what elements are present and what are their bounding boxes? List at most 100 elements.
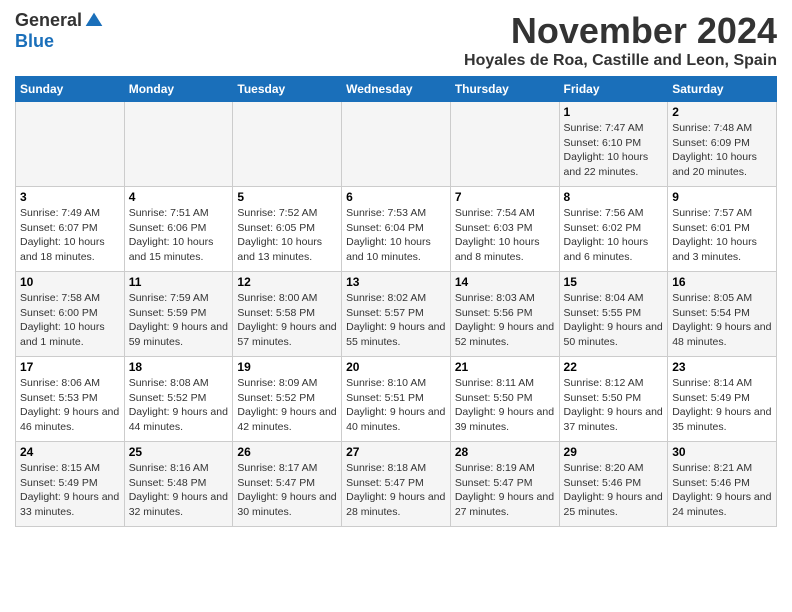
calendar-cell: 9 Sunrise: 7:57 AM Sunset: 6:01 PM Daylig… (668, 187, 777, 272)
calendar-cell: 20Sunrise: 8:10 AM Sunset: 5:51 PM Dayli… (342, 357, 451, 442)
day-number: 10 (20, 275, 120, 289)
day-info: Sunrise: 8:08 AM Sunset: 5:52 PM Dayligh… (129, 376, 229, 435)
day-number: 8 (564, 190, 664, 204)
day-info: Sunrise: 8:05 AM Sunset: 5:54 PM Dayligh… (672, 291, 772, 350)
day-info: Sunrise: 7:52 AM Sunset: 6:05 PM Dayligh… (237, 206, 337, 265)
day-number: 23 (672, 360, 772, 374)
calendar-cell: 12 Sunrise: 8:00 AM Sunset: 5:58 PM Dayli… (233, 272, 342, 357)
day-info: Sunrise: 8:12 AM Sunset: 5:50 PM Dayligh… (564, 376, 664, 435)
logo-blue-text: Blue (15, 31, 54, 52)
day-info: Sunrise: 7:48 AM Sunset: 6:09 PM Dayligh… (672, 121, 772, 180)
day-number: 26 (237, 445, 337, 459)
calendar-cell: 24 Sunrise: 8:15 AM Sunset: 5:49 PM Dayli… (16, 442, 125, 527)
day-number: 9 (672, 190, 772, 204)
day-number: 17 (20, 360, 120, 374)
day-number: 5 (237, 190, 337, 204)
day-info: Sunrise: 7:57 AM Sunset: 6:01 PM Dayligh… (672, 206, 772, 265)
day-number: 12 (237, 275, 337, 289)
header-saturday: Saturday (668, 77, 777, 102)
logo-icon (84, 11, 104, 31)
calendar-cell (124, 102, 233, 187)
month-title: November 2024 (464, 10, 777, 52)
day-number: 25 (129, 445, 229, 459)
day-info: Sunrise: 7:59 AM Sunset: 5:59 PM Dayligh… (129, 291, 229, 350)
calendar-cell: 19Sunrise: 8:09 AM Sunset: 5:52 PM Dayli… (233, 357, 342, 442)
logo-general-text: General (15, 10, 82, 31)
calendar-cell: 13 Sunrise: 8:02 AM Sunset: 5:57 PM Dayli… (342, 272, 451, 357)
day-number: 22 (564, 360, 664, 374)
day-number: 18 (129, 360, 229, 374)
day-number: 6 (346, 190, 446, 204)
day-number: 13 (346, 275, 446, 289)
logo: General Blue (15, 10, 104, 52)
day-info: Sunrise: 8:15 AM Sunset: 5:49 PM Dayligh… (20, 461, 120, 520)
day-info: Sunrise: 8:11 AM Sunset: 5:50 PM Dayligh… (455, 376, 555, 435)
calendar-body: 1 Sunrise: 7:47 AM Sunset: 6:10 PM Daylig… (16, 102, 777, 527)
header-row: SundayMondayTuesdayWednesdayThursdayFrid… (16, 77, 777, 102)
calendar-cell (233, 102, 342, 187)
calendar-cell: 22 Sunrise: 8:12 AM Sunset: 5:50 PM Dayli… (559, 357, 668, 442)
title-area: November 2024 Hoyales de Roa, Castille a… (464, 10, 777, 70)
calendar-table: SundayMondayTuesdayWednesdayThursdayFrid… (15, 76, 777, 527)
header-thursday: Thursday (450, 77, 559, 102)
day-number: 1 (564, 105, 664, 119)
calendar-cell: 2 Sunrise: 7:48 AM Sunset: 6:09 PM Daylig… (668, 102, 777, 187)
location-title: Hoyales de Roa, Castille and Leon, Spain (464, 52, 777, 70)
calendar-header: SundayMondayTuesdayWednesdayThursdayFrid… (16, 77, 777, 102)
week-row-5: 24 Sunrise: 8:15 AM Sunset: 5:49 PM Dayli… (16, 442, 777, 527)
day-number: 11 (129, 275, 229, 289)
day-number: 21 (455, 360, 555, 374)
day-number: 16 (672, 275, 772, 289)
calendar-cell: 28 Sunrise: 8:19 AM Sunset: 5:47 PM Dayli… (450, 442, 559, 527)
day-number: 2 (672, 105, 772, 119)
calendar-cell: 1 Sunrise: 7:47 AM Sunset: 6:10 PM Daylig… (559, 102, 668, 187)
day-number: 30 (672, 445, 772, 459)
header-friday: Friday (559, 77, 668, 102)
day-info: Sunrise: 7:56 AM Sunset: 6:02 PM Dayligh… (564, 206, 664, 265)
day-info: Sunrise: 8:20 AM Sunset: 5:46 PM Dayligh… (564, 461, 664, 520)
calendar-cell: 30 Sunrise: 8:21 AM Sunset: 5:46 PM Dayli… (668, 442, 777, 527)
day-info: Sunrise: 8:21 AM Sunset: 5:46 PM Dayligh… (672, 461, 772, 520)
day-info: Sunrise: 8:18 AM Sunset: 5:47 PM Dayligh… (346, 461, 446, 520)
calendar-cell: 17 Sunrise: 8:06 AM Sunset: 5:53 PM Dayli… (16, 357, 125, 442)
day-info: Sunrise: 7:49 AM Sunset: 6:07 PM Dayligh… (20, 206, 120, 265)
calendar-cell: 18 Sunrise: 8:08 AM Sunset: 5:52 PM Dayli… (124, 357, 233, 442)
calendar-cell: 16 Sunrise: 8:05 AM Sunset: 5:54 PM Dayli… (668, 272, 777, 357)
week-row-4: 17 Sunrise: 8:06 AM Sunset: 5:53 PM Dayli… (16, 357, 777, 442)
day-number: 7 (455, 190, 555, 204)
day-number: 4 (129, 190, 229, 204)
calendar-cell: 29 Sunrise: 8:20 AM Sunset: 5:46 PM Dayli… (559, 442, 668, 527)
calendar-cell: 15Sunrise: 8:04 AM Sunset: 5:55 PM Dayli… (559, 272, 668, 357)
day-info: Sunrise: 8:04 AM Sunset: 5:55 PM Dayligh… (564, 291, 664, 350)
day-number: 3 (20, 190, 120, 204)
calendar-cell (450, 102, 559, 187)
week-row-3: 10 Sunrise: 7:58 AM Sunset: 6:00 PM Dayli… (16, 272, 777, 357)
calendar-cell: 5 Sunrise: 7:52 AM Sunset: 6:05 PM Daylig… (233, 187, 342, 272)
day-info: Sunrise: 8:03 AM Sunset: 5:56 PM Dayligh… (455, 291, 555, 350)
day-info: Sunrise: 7:51 AM Sunset: 6:06 PM Dayligh… (129, 206, 229, 265)
calendar-cell: 14 Sunrise: 8:03 AM Sunset: 5:56 PM Dayli… (450, 272, 559, 357)
day-number: 29 (564, 445, 664, 459)
day-info: Sunrise: 7:47 AM Sunset: 6:10 PM Dayligh… (564, 121, 664, 180)
day-info: Sunrise: 8:16 AM Sunset: 5:48 PM Dayligh… (129, 461, 229, 520)
day-info: Sunrise: 7:54 AM Sunset: 6:03 PM Dayligh… (455, 206, 555, 265)
header-wednesday: Wednesday (342, 77, 451, 102)
day-info: Sunrise: 7:58 AM Sunset: 6:00 PM Dayligh… (20, 291, 120, 350)
calendar-cell: 10 Sunrise: 7:58 AM Sunset: 6:00 PM Dayli… (16, 272, 125, 357)
day-info: Sunrise: 8:00 AM Sunset: 5:58 PM Dayligh… (237, 291, 337, 350)
calendar-cell: 11 Sunrise: 7:59 AM Sunset: 5:59 PM Dayli… (124, 272, 233, 357)
day-info: Sunrise: 8:09 AM Sunset: 5:52 PM Dayligh… (237, 376, 337, 435)
day-number: 28 (455, 445, 555, 459)
header-sunday: Sunday (16, 77, 125, 102)
day-number: 24 (20, 445, 120, 459)
calendar-cell: 27Sunrise: 8:18 AM Sunset: 5:47 PM Dayli… (342, 442, 451, 527)
day-info: Sunrise: 8:17 AM Sunset: 5:47 PM Dayligh… (237, 461, 337, 520)
day-info: Sunrise: 8:06 AM Sunset: 5:53 PM Dayligh… (20, 376, 120, 435)
calendar-cell (16, 102, 125, 187)
day-info: Sunrise: 8:19 AM Sunset: 5:47 PM Dayligh… (455, 461, 555, 520)
week-row-2: 3 Sunrise: 7:49 AM Sunset: 6:07 PM Daylig… (16, 187, 777, 272)
calendar-cell: 21 Sunrise: 8:11 AM Sunset: 5:50 PM Dayli… (450, 357, 559, 442)
day-number: 14 (455, 275, 555, 289)
week-row-1: 1 Sunrise: 7:47 AM Sunset: 6:10 PM Daylig… (16, 102, 777, 187)
day-info: Sunrise: 8:02 AM Sunset: 5:57 PM Dayligh… (346, 291, 446, 350)
